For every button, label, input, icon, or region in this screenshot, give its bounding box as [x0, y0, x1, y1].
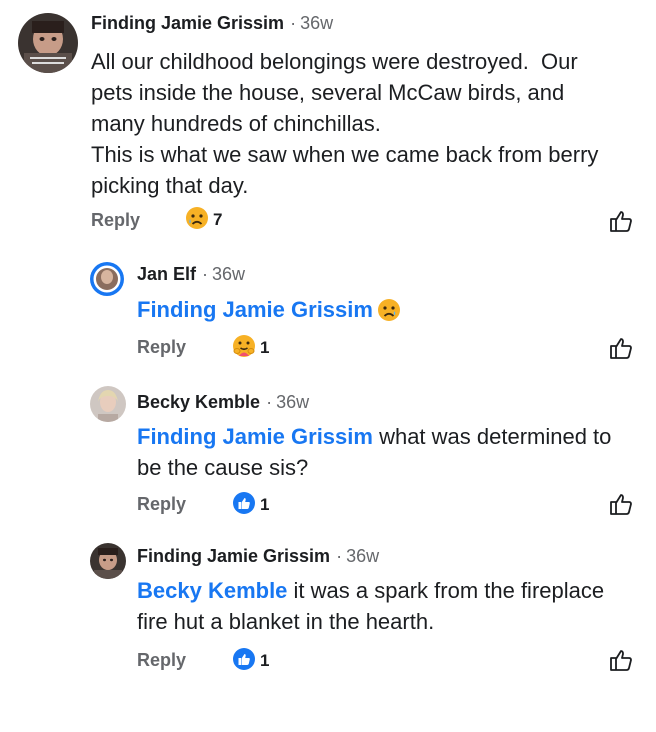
like-icon [232, 491, 256, 520]
comment-4: Finding Jamie Grissim · 36w Becky Kemble i… [0, 535, 656, 685]
reply-button[interactable]: Reply [91, 210, 140, 231]
separator-dot: · [290, 13, 297, 33]
comment-text-fragment: what was determined to [372, 424, 612, 449]
reaction-summary[interactable]: 1 [232, 334, 270, 363]
author-name[interactable]: Becky Kemble [137, 392, 260, 412]
comment-text: Finding Jamie Grissim [137, 294, 401, 325]
reply-button[interactable]: Reply [137, 650, 186, 671]
reaction-count: 1 [260, 651, 270, 670]
comment-meta: Jan Elf · 36w [137, 264, 245, 285]
comment-text-line: pets inside the house, several McCaw bir… [91, 80, 565, 105]
like-icon[interactable] [608, 335, 634, 366]
separator-dot: · [336, 546, 343, 566]
reaction-summary[interactable]: 7 [185, 206, 223, 235]
timestamp[interactable]: 36w [346, 546, 379, 566]
timestamp[interactable]: 36w [276, 392, 309, 412]
like-icon[interactable] [608, 647, 634, 678]
comment-text-line: Becky Kemble it was a spark from the fir… [137, 575, 647, 606]
avatar[interactable] [90, 262, 124, 296]
reaction-count: 7 [213, 210, 223, 229]
reaction-summary[interactable]: 1 [232, 491, 270, 520]
comment-meta: Finding Jamie Grissim · 36w [91, 13, 333, 34]
reply-button[interactable]: Reply [137, 337, 186, 358]
reaction-count: 1 [260, 338, 270, 357]
avatar[interactable] [90, 543, 126, 579]
reaction-count: 1 [260, 495, 270, 514]
reaction-summary[interactable]: 1 [232, 647, 270, 676]
separator-dot: · [266, 392, 273, 412]
author-name[interactable]: Jan Elf [137, 264, 196, 284]
avatar[interactable] [90, 386, 126, 422]
like-icon [232, 647, 256, 676]
like-icon[interactable] [608, 208, 634, 239]
care-face-icon [232, 334, 256, 363]
author-name[interactable]: Finding Jamie Grissim [91, 13, 284, 33]
avatar[interactable] [18, 13, 78, 73]
comment-text-line: picking that day. [91, 173, 249, 198]
comment-text-line: This is what we saw when we came back fr… [91, 142, 599, 167]
comment-text: Becky Kemble it was a spark from the fir… [137, 575, 647, 637]
comment-text-line: All our childhood belongings were destro… [91, 49, 578, 74]
timestamp[interactable]: 36w [300, 13, 333, 33]
comment-text-line: be the cause sis? [137, 455, 309, 480]
reply-button[interactable]: Reply [137, 494, 186, 515]
sad-face-icon [377, 298, 401, 322]
comment-text-fragment: it was a spark from the fireplace [287, 578, 605, 603]
comment-text: All our childhood belongings were destro… [91, 46, 598, 201]
mention-link[interactable]: Finding Jamie Grissim [137, 294, 373, 325]
comment-text: Finding Jamie Grissim what was determine… [137, 421, 647, 483]
comment-meta: Finding Jamie Grissim · 36w [137, 546, 379, 567]
mention-link[interactable]: Finding Jamie Grissim [137, 424, 373, 449]
like-icon[interactable] [608, 491, 634, 522]
separator-dot: · [202, 264, 209, 284]
comment-text-line: fire hut a blanket in the hearth. [137, 609, 435, 634]
comment-3: Becky Kemble · 36w Finding Jamie Grissim w… [0, 378, 656, 528]
mention-link[interactable]: Becky Kemble [137, 578, 287, 603]
comment-1: Finding Jamie Grissim · 36w All our childh… [0, 0, 656, 240]
timestamp[interactable]: 36w [212, 264, 245, 284]
comment-2: Jan Elf · 36w Finding Jamie Grissim Reply [0, 250, 656, 370]
comment-text-line: Finding Jamie Grissim what was determine… [137, 421, 647, 452]
comment-text-line: many hundreds of chinchillas. [91, 111, 381, 136]
author-name[interactable]: Finding Jamie Grissim [137, 546, 330, 566]
comment-meta: Becky Kemble · 36w [137, 392, 309, 413]
sad-face-icon [185, 206, 209, 235]
